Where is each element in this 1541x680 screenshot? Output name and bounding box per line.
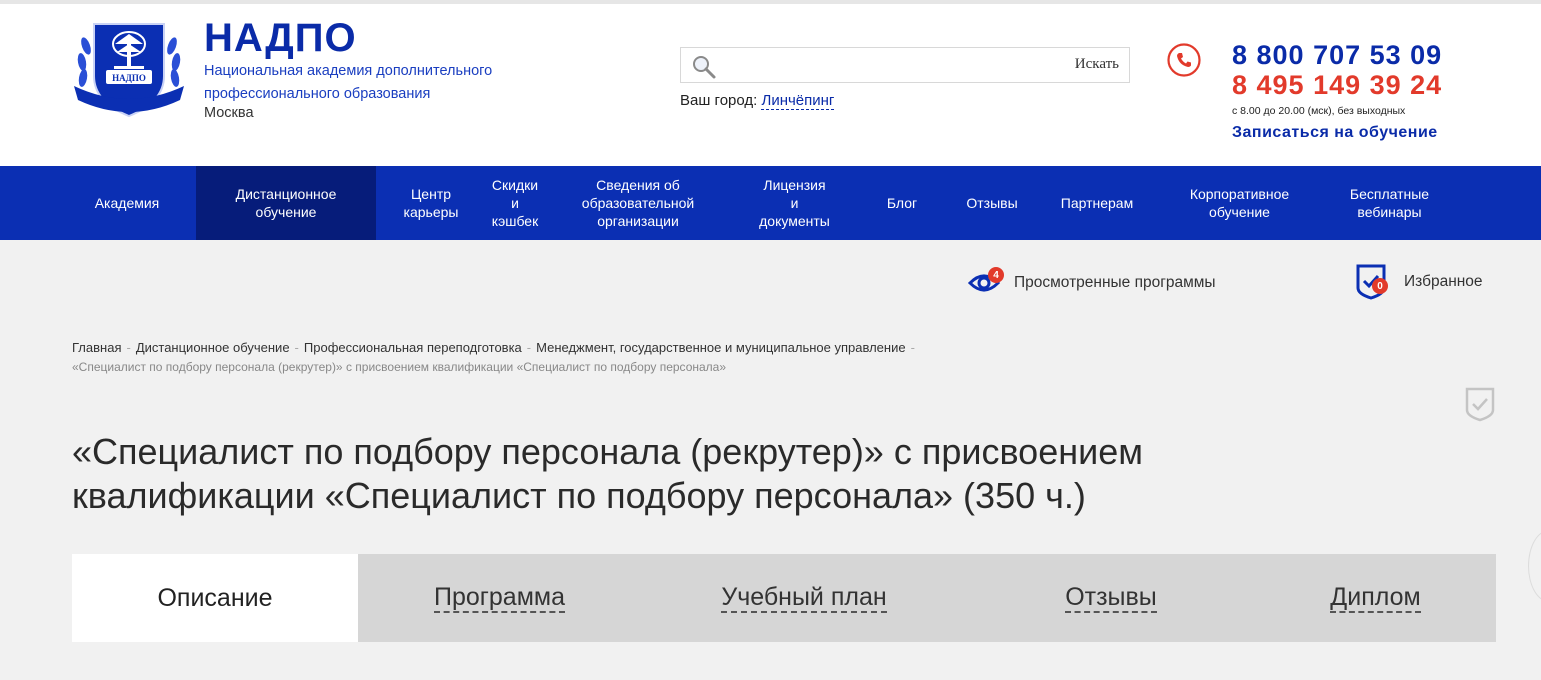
favorites-shield-icon: 0 bbox=[1356, 264, 1388, 300]
search-button[interactable]: Искать bbox=[1075, 56, 1119, 73]
top-strip bbox=[0, 0, 1541, 4]
tab-0[interactable]: Описание bbox=[72, 554, 358, 642]
city-link[interactable]: Линчёпинг bbox=[761, 92, 835, 110]
breadcrumb: Главная - Дистанционное обучение - Профессио… bbox=[72, 338, 1172, 377]
svg-text:НАДПО: НАДПО bbox=[112, 73, 146, 83]
eye-icon: 4 bbox=[967, 267, 1004, 295]
breadcrumb-link[interactable]: Менеджмент, государственное и муниципаль… bbox=[536, 340, 905, 355]
nav-item-4[interactable]: Сведения об образовательной организации bbox=[544, 166, 732, 240]
nav-item-1[interactable]: Дистанционное обучение bbox=[196, 166, 376, 240]
breadcrumb-separator: - bbox=[126, 340, 131, 355]
tab-label: Описание bbox=[157, 584, 273, 612]
contacts-block: 8 800 707 53 09 8 495 149 39 24 с 8.00 д… bbox=[1232, 40, 1442, 145]
search-box: Искать bbox=[680, 47, 1130, 83]
scroll-edge-button[interactable] bbox=[1528, 530, 1541, 602]
search-icon bbox=[693, 56, 716, 79]
breadcrumb-link[interactable]: Дистанционное обучение bbox=[136, 340, 290, 355]
tab-4[interactable]: Диплом bbox=[1255, 554, 1496, 642]
academy-emblem-logo[interactable]: НАДПО bbox=[70, 16, 188, 128]
nav-item-7[interactable]: Отзывы bbox=[947, 166, 1037, 240]
viewed-count-badge: 4 bbox=[988, 267, 1004, 283]
tab-label: Программа bbox=[434, 583, 565, 613]
brand-name[interactable]: НАДПО bbox=[204, 18, 492, 58]
page-title: «Специалист по подбору персонала (рекрут… bbox=[72, 431, 1143, 516]
viewed-programs-label: Просмотренные программы bbox=[1014, 274, 1216, 291]
nav-item-6[interactable]: Блог bbox=[857, 166, 947, 240]
tab-label: Отзывы bbox=[1065, 583, 1157, 613]
nav-item-9[interactable]: Корпоративное обучение bbox=[1157, 166, 1322, 240]
main-nav: Академия Дистанционное обучение Центр карь… bbox=[0, 166, 1541, 240]
tab-label: Диплом bbox=[1330, 583, 1421, 613]
favorites-link[interactable]: 0 Избранное bbox=[1356, 264, 1483, 300]
nav-item-8[interactable]: Партнерам bbox=[1037, 166, 1157, 240]
search-input[interactable] bbox=[721, 52, 1055, 80]
brand-block[interactable]: НАДПО Национальная академия дополнительн… bbox=[204, 18, 492, 123]
tab-2[interactable]: Учебный план bbox=[641, 554, 967, 642]
breadcrumb-link[interactable]: Профессиональная переподготовка bbox=[304, 340, 522, 355]
phone-icon bbox=[1167, 43, 1201, 77]
breadcrumb-separator: - bbox=[526, 340, 532, 355]
site-header: НАДПО НАДПО Национальная академия дополн… bbox=[0, 0, 1541, 166]
city-selector: Ваш город: Линчёпинг bbox=[680, 92, 835, 110]
breadcrumb-separator: - bbox=[294, 340, 299, 355]
breadcrumb-link[interactable]: Главная bbox=[72, 340, 121, 355]
tab-1[interactable]: Программа bbox=[358, 554, 641, 642]
enroll-link[interactable]: Записаться на обучение bbox=[1232, 121, 1442, 145]
program-tabs: Описание Программа Учебный план Отзывы Дипло… bbox=[72, 554, 1496, 642]
nav-item-10[interactable]: Бесплатные вебинары bbox=[1322, 166, 1457, 240]
tab-label: Учебный план bbox=[721, 583, 887, 613]
brand-subtitle-line1: Национальная академия дополнительного bbox=[204, 63, 493, 79]
phone-secondary[interactable]: 8 495 149 39 24 bbox=[1232, 70, 1442, 100]
brand-subtitle-line2: профессионального образования bbox=[204, 86, 431, 102]
viewed-programs-link[interactable]: 4 Просмотренные программы bbox=[967, 267, 1216, 295]
brand-city: Москва bbox=[204, 105, 254, 121]
city-prefix: Ваш город: bbox=[680, 92, 758, 109]
nav-item-3[interactable]: Скидки и кэшбек bbox=[486, 166, 544, 240]
nav-item-5[interactable]: Лицензия и документы bbox=[732, 166, 857, 240]
favorites-label: Избранное bbox=[1404, 273, 1483, 290]
nav-item-0[interactable]: Академия bbox=[58, 166, 196, 240]
nav-item-2[interactable]: Центр карьеры bbox=[376, 166, 486, 240]
phone-primary[interactable]: 8 800 707 53 09 bbox=[1232, 40, 1442, 70]
working-hours: с 8.00 до 20.00 (мск), без выходных bbox=[1232, 105, 1406, 117]
favorites-count-badge: 0 bbox=[1372, 278, 1388, 294]
tab-3[interactable]: Отзывы bbox=[967, 554, 1255, 642]
breadcrumb-separator: - bbox=[910, 340, 915, 355]
add-to-favorites-icon[interactable] bbox=[1464, 386, 1496, 422]
breadcrumb-current: «Специалист по подбору персонала (рекрут… bbox=[72, 360, 727, 374]
